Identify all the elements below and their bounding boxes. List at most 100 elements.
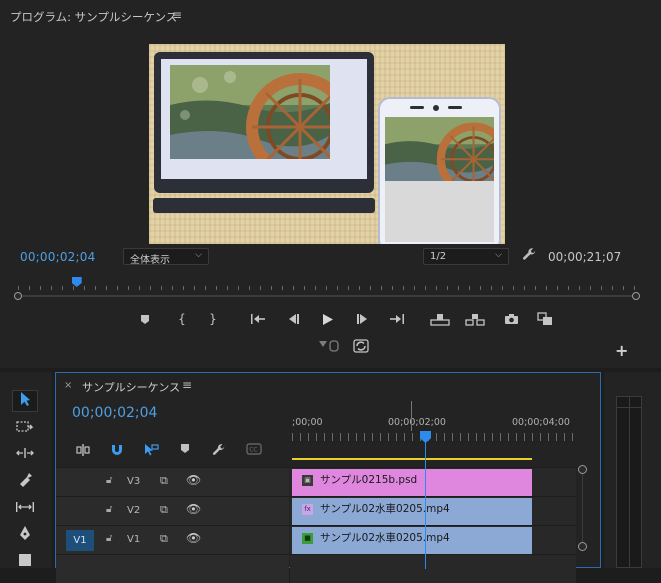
meter-peak-line bbox=[617, 407, 641, 408]
add-button-icon[interactable]: + bbox=[615, 341, 628, 360]
sync-lock-icon[interactable]: ⧉ bbox=[160, 503, 168, 517]
hover-time-indicator bbox=[411, 401, 412, 431]
scrollbar-top-handle[interactable] bbox=[578, 465, 587, 474]
timeline-vertical-scrollbar[interactable] bbox=[578, 465, 588, 551]
monitor-zoom-scrollbar[interactable] bbox=[14, 292, 640, 300]
timeline-time-ruler[interactable] bbox=[292, 433, 576, 441]
pen-tool-icon[interactable] bbox=[12, 525, 38, 547]
scrollbar-left-handle[interactable] bbox=[14, 292, 22, 300]
smartphone-frame bbox=[378, 97, 501, 244]
tools-panel bbox=[0, 372, 52, 568]
chevron-down-icon: ⌵ bbox=[495, 250, 502, 260]
clip-name: サンプル02水車0205.mp4 bbox=[320, 503, 450, 515]
scrollbar-bottom-handle[interactable] bbox=[578, 542, 587, 551]
duration-timecode: 00;00;21;07 bbox=[548, 250, 622, 264]
go-to-in-icon[interactable] bbox=[249, 313, 267, 328]
laptop-screen bbox=[161, 59, 367, 179]
ruler-label-2s: 00;00;02;00 bbox=[388, 417, 446, 428]
slip-tool-icon[interactable] bbox=[12, 498, 38, 520]
program-monitor-title: プログラム: サンプルシーケンス bbox=[10, 10, 178, 24]
fx-badge-icon: fx bbox=[302, 504, 313, 515]
lock-icon[interactable]: 🔓︎ bbox=[106, 475, 112, 486]
laptop-keyboard-base bbox=[153, 198, 375, 213]
track-name: V3 bbox=[127, 476, 141, 487]
step-forward-icon[interactable] bbox=[354, 313, 372, 328]
export-frame-icon[interactable] bbox=[502, 313, 520, 328]
scrollbar-right-handle[interactable] bbox=[632, 292, 640, 300]
track-name: V2 bbox=[127, 505, 141, 516]
clip-mp4-v2[interactable]: fx サンプル02水車0205.mp4 bbox=[292, 498, 532, 525]
linked-selection-icon[interactable] bbox=[143, 443, 159, 460]
phone-camera bbox=[433, 105, 439, 111]
fx-badge-icon: ■ bbox=[302, 533, 313, 544]
marker-icon[interactable] bbox=[136, 314, 154, 328]
wrench-icon[interactable] bbox=[212, 443, 226, 460]
program-viewer[interactable] bbox=[149, 44, 505, 244]
extract-icon[interactable] bbox=[465, 313, 485, 329]
clip-psd[interactable]: ▣ サンプル0215b.psd bbox=[292, 469, 532, 496]
sequence-tab-title[interactable]: サンプルシーケンス bbox=[82, 379, 180, 395]
scrollbar-track bbox=[20, 295, 634, 297]
go-to-out-icon[interactable] bbox=[388, 313, 406, 328]
waterwheel-video-frame bbox=[170, 65, 330, 159]
waterwheel-video-frame-small bbox=[385, 117, 494, 181]
clip-name: サンプル0215b.psd bbox=[320, 474, 418, 486]
close-tab-icon[interactable]: × bbox=[64, 380, 72, 391]
track-header-v1[interactable]: V1 🔓︎ V1 ⧉ 👁︎ bbox=[56, 525, 289, 554]
lock-icon[interactable]: 🔓︎ bbox=[106, 504, 112, 515]
chevron-down-icon: ⌵ bbox=[195, 250, 202, 260]
mark-out-icon[interactable]: } bbox=[204, 312, 222, 326]
playback-resolution-value: 1/2 bbox=[430, 251, 447, 262]
track-header-a1[interactable] bbox=[56, 554, 289, 583]
play-icon[interactable] bbox=[318, 313, 336, 329]
fx-badge-icon: ▣ bbox=[302, 475, 313, 486]
eye-icon[interactable]: 👁︎ bbox=[186, 473, 201, 487]
meter-divider bbox=[629, 397, 630, 567]
rectangle-tool-icon[interactable] bbox=[12, 552, 38, 574]
clip-mp4-v1[interactable]: ■ サンプル02水車0205.mp4 bbox=[292, 527, 532, 554]
phone-sensor bbox=[448, 106, 462, 109]
lock-icon[interactable]: 🔓︎ bbox=[106, 533, 112, 544]
add-marker-icon[interactable] bbox=[180, 443, 190, 457]
playback-resolution-select[interactable]: 1/2 ⌵ bbox=[423, 248, 509, 265]
magnet-icon[interactable] bbox=[110, 443, 124, 460]
selection-tool-icon[interactable] bbox=[12, 390, 38, 412]
audio-meters-panel bbox=[604, 372, 661, 568]
sync-lock-icon[interactable]: ⧉ bbox=[160, 532, 168, 546]
safe-margins-icon[interactable] bbox=[318, 339, 340, 356]
timeline-playhead-line bbox=[425, 441, 426, 569]
loop-icon[interactable] bbox=[352, 339, 370, 356]
track-header-v3[interactable]: 🔓︎ V3 ⧉ 👁︎ bbox=[56, 467, 289, 496]
sync-lock-icon[interactable]: ⧉ bbox=[160, 474, 168, 488]
track-lane-a1[interactable] bbox=[290, 554, 576, 583]
phone-screen bbox=[385, 117, 494, 242]
panel-menu-icon[interactable]: ≡ bbox=[172, 8, 182, 22]
work-area-bar[interactable] bbox=[292, 458, 532, 460]
zoom-level-select[interactable]: 全体表示 ⌵ bbox=[123, 248, 209, 266]
snap-nest-icon[interactable] bbox=[75, 443, 91, 460]
comparison-view-icon[interactable] bbox=[536, 312, 554, 329]
source-patch-v1[interactable]: V1 bbox=[66, 530, 94, 551]
eye-icon[interactable]: 👁︎ bbox=[186, 502, 201, 516]
step-back-icon[interactable] bbox=[284, 313, 302, 328]
eye-icon[interactable]: 👁︎ bbox=[186, 531, 201, 545]
mark-in-icon[interactable]: { bbox=[173, 312, 191, 326]
track-select-tool-icon[interactable] bbox=[12, 418, 38, 440]
laptop-frame bbox=[154, 52, 374, 193]
audio-meter bbox=[616, 396, 642, 568]
timeline-timecode[interactable]: 00;00;02;04 bbox=[72, 405, 157, 421]
track-header-v2[interactable]: 🔓︎ V2 ⧉ 👁︎ bbox=[56, 496, 289, 525]
panel-menu-icon[interactable]: ≡ bbox=[182, 378, 192, 392]
captions-icon[interactable]: CC bbox=[246, 443, 262, 458]
lift-icon[interactable] bbox=[430, 313, 450, 329]
program-monitor-panel: プログラム: サンプルシーケンス ≡ 00;00;02;04 全体表示 ⌵ 1/… bbox=[0, 0, 661, 368]
phone-speaker bbox=[410, 106, 424, 109]
zoom-level-value: 全体表示 bbox=[130, 255, 170, 266]
clip-name: サンプル02水車0205.mp4 bbox=[320, 532, 450, 544]
ripple-edit-tool-icon[interactable] bbox=[12, 444, 38, 466]
current-timecode[interactable]: 00;00;02;04 bbox=[20, 250, 95, 264]
ruler-label-4s: 00;00;04;00 bbox=[512, 417, 570, 428]
settings-wrench-icon[interactable] bbox=[522, 247, 537, 266]
razor-tool-icon[interactable] bbox=[12, 471, 38, 493]
monitor-time-ruler[interactable] bbox=[18, 280, 636, 290]
